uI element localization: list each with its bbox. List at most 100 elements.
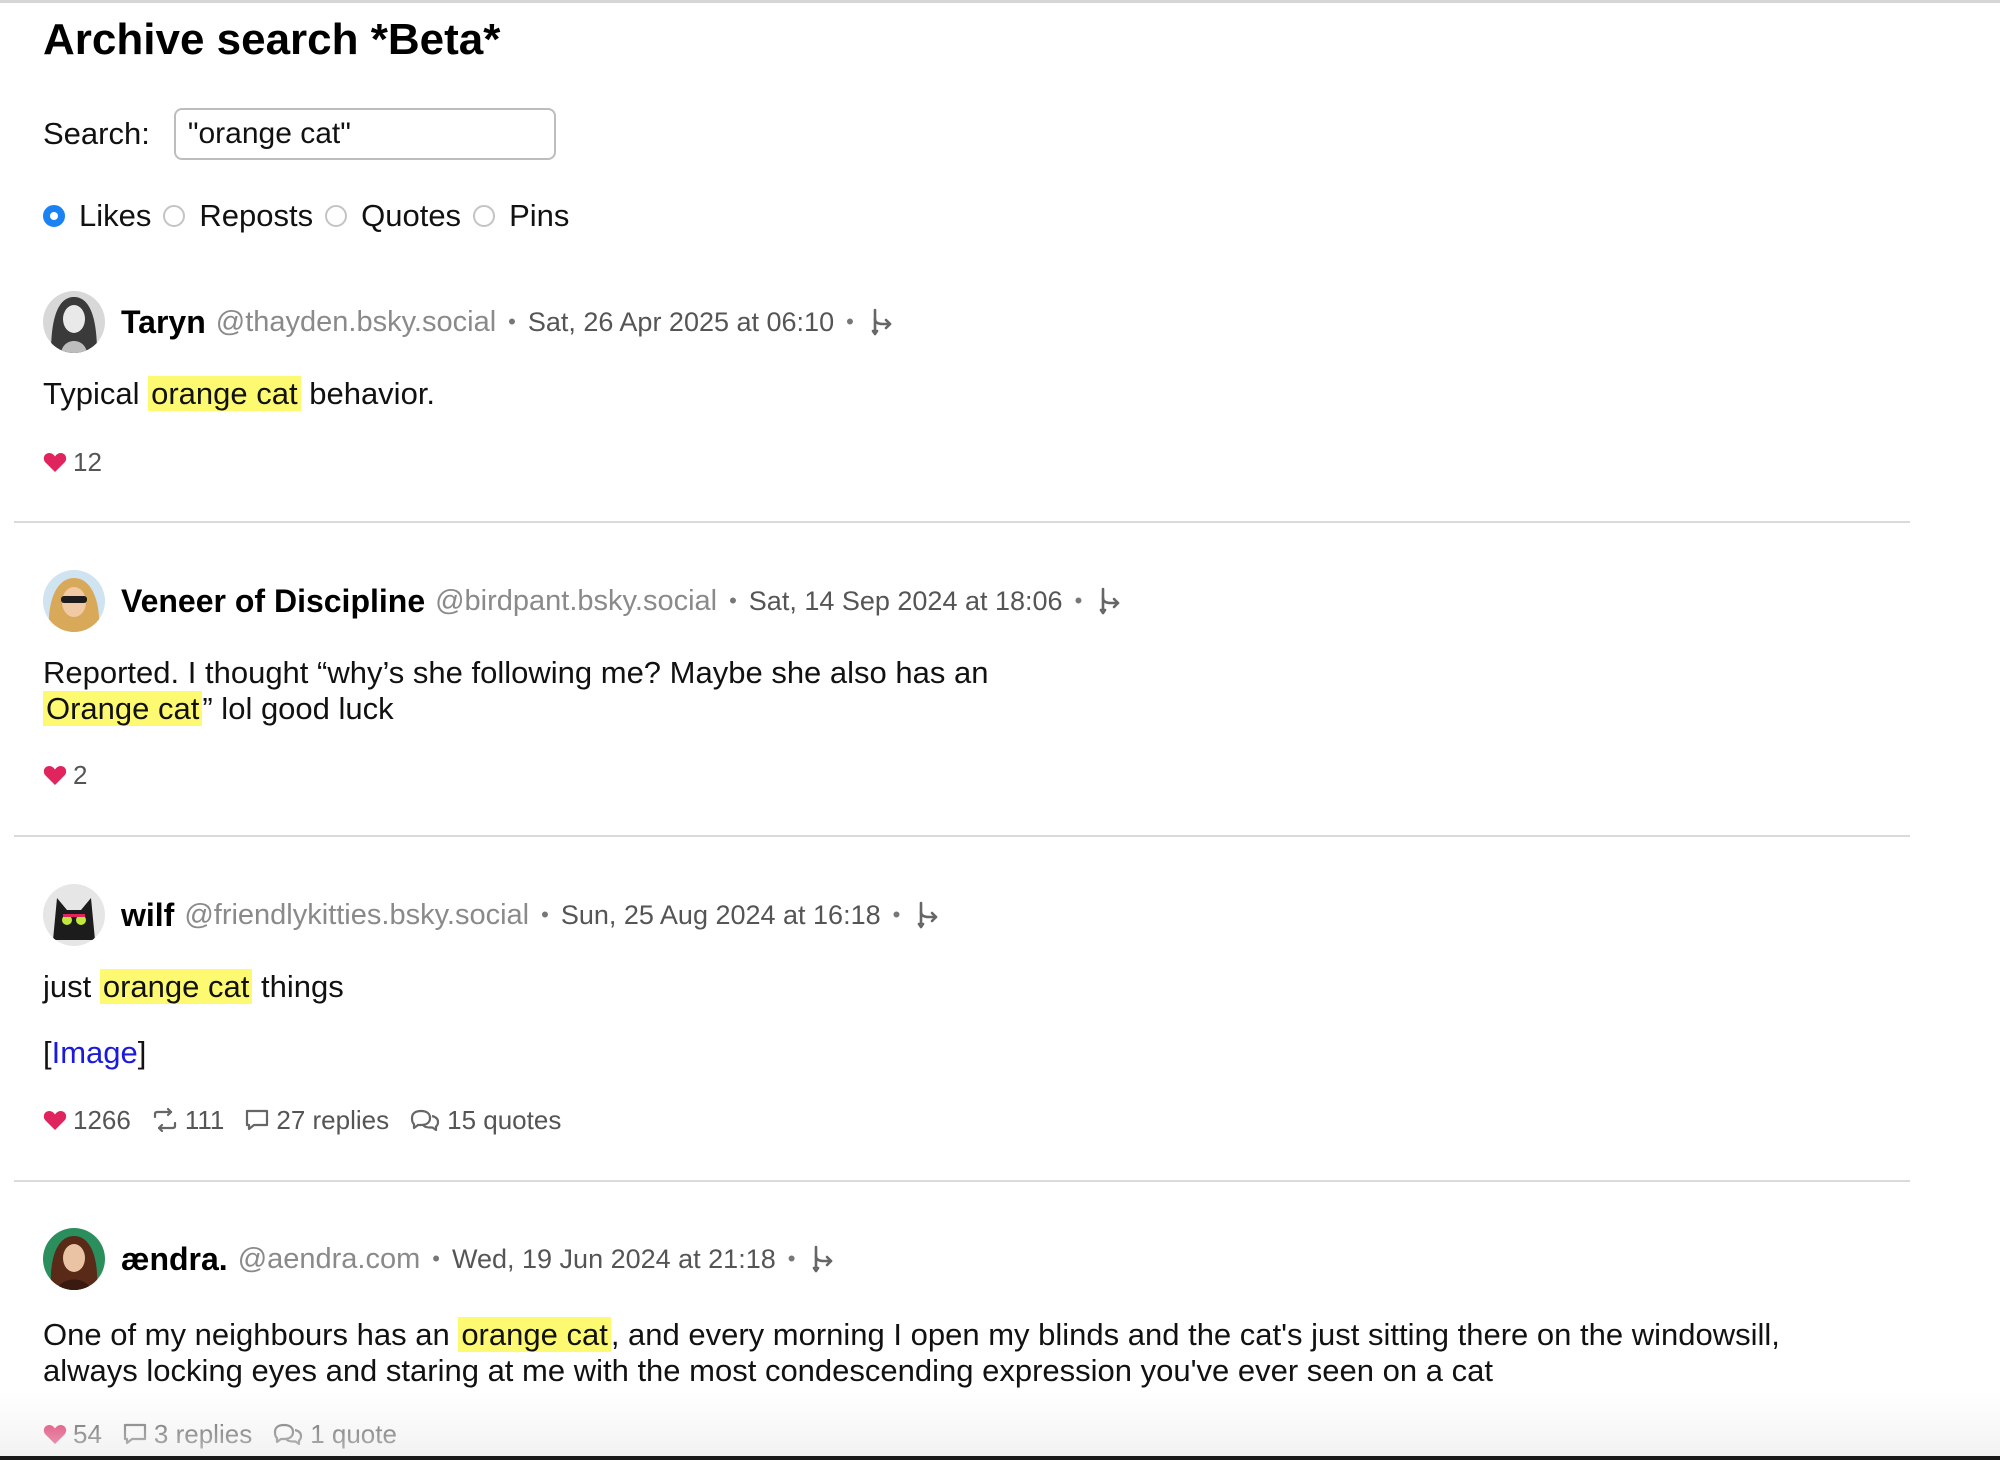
likes-stat: 12 (43, 447, 102, 478)
bottom-border (0, 1456, 2000, 1460)
author-handle[interactable]: @friendlykitties.bsky.social (184, 899, 529, 932)
pins-label: Pins (509, 198, 570, 233)
separator-dot: • (787, 1246, 796, 1271)
thread-branch-icon[interactable] (870, 307, 896, 337)
reposts-label: Reposts (199, 198, 314, 233)
post-stats: 1266 111 27 replies 15 quotes (43, 1100, 581, 1140)
heart-icon (43, 1110, 67, 1130)
post-date[interactable]: Sun, 25 Aug 2024 at 16:18 (561, 900, 881, 931)
avatar[interactable] (43, 291, 105, 353)
image-link[interactable]: Image (52, 1035, 138, 1070)
separator-dot: • (1074, 588, 1083, 613)
page-title: Archive search *Beta* (43, 15, 501, 64)
post-text: Typical orange cat behavior. (43, 376, 1883, 412)
quotes-label: Quotes (361, 198, 462, 233)
reposts-radio[interactable] (163, 205, 186, 227)
post-date[interactable]: Sat, 26 Apr 2025 at 06:10 (528, 307, 834, 338)
quotes-radio[interactable] (325, 205, 348, 227)
post-stats: 12 (43, 442, 122, 482)
thread-branch-icon[interactable] (916, 900, 942, 930)
avatar[interactable] (43, 884, 105, 946)
quotes-stat: 15 quotes (409, 1105, 561, 1136)
likes-count: 1266 (73, 1104, 131, 1135)
post-item: wilf @friendlykitties.bsky.social • Sun,… (43, 883, 1913, 1143)
author-name[interactable]: wilf (121, 897, 174, 934)
separator-dot: • (432, 1246, 440, 1271)
thread-branch-icon[interactable] (811, 1244, 837, 1274)
search-highlight: orange cat (458, 1317, 611, 1352)
author-name[interactable]: Taryn (121, 304, 206, 341)
post-date[interactable]: Wed, 19 Jun 2024 at 21:18 (452, 1244, 776, 1275)
bracket-close: ] (137, 1035, 147, 1070)
post-divider (14, 835, 1910, 837)
separator-dot: • (541, 902, 549, 927)
author-handle[interactable]: @thayden.bsky.social (216, 306, 496, 339)
likes-stat: 54 (43, 1419, 102, 1450)
post-divider (14, 521, 1910, 523)
filter-radio-group: Likes Reposts Quotes Pins (43, 194, 581, 238)
quotes-stat: 1 quote (272, 1419, 397, 1450)
likes-stat: 2 (43, 760, 87, 791)
avatar[interactable] (43, 570, 105, 632)
quotes-count: 15 quotes (447, 1104, 562, 1135)
post-divider (14, 1180, 1910, 1182)
post-header: wilf @friendlykitties.bsky.social • Sun,… (43, 883, 942, 947)
separator-dot: • (508, 309, 516, 334)
text-segment: Typical (43, 376, 149, 411)
repost-icon (153, 1108, 176, 1132)
reposts-stat: 111 (151, 1105, 224, 1136)
author-name[interactable]: ændra. (121, 1241, 228, 1278)
likes-count: 12 (73, 446, 102, 477)
top-border (0, 0, 2000, 3)
heart-icon (43, 765, 67, 785)
text-segment: , and every morning I open my blinds and… (610, 1317, 1780, 1352)
likes-label: Likes (79, 198, 152, 233)
quote-bubbles-icon (411, 1109, 440, 1132)
text-segment: behavior. (300, 376, 436, 411)
post-date[interactable]: Sat, 14 Sep 2024 at 18:06 (749, 586, 1063, 617)
replies-stat: 3 replies (122, 1419, 252, 1450)
post-stats: 54 3 replies 1 quote (43, 1414, 417, 1454)
post-stats: 2 (43, 755, 107, 795)
quote-bubbles-icon (274, 1423, 303, 1446)
search-highlight: orange cat (148, 376, 301, 411)
post-text: Reported. I thought “why’s she following… (43, 655, 1883, 727)
search-label: Search: (43, 116, 150, 151)
author-handle[interactable]: @aendra.com (238, 1243, 421, 1276)
pins-radio[interactable] (473, 205, 496, 227)
replies-count: 3 replies (153, 1418, 253, 1449)
quotes-count: 1 quote (310, 1418, 397, 1449)
thread-branch-icon[interactable] (1098, 586, 1124, 616)
text-segment: things (252, 969, 344, 1004)
post-text: One of my neighbours has an orange cat, … (43, 1317, 1883, 1389)
text-segment: always locking eyes and staring at me wi… (43, 1353, 1493, 1388)
likes-stat: 1266 (43, 1105, 131, 1136)
post-item: Veneer of Discipline @birdpant.bsky.soci… (43, 569, 1913, 799)
post-header: Taryn @thayden.bsky.social • Sat, 26 Apr… (43, 290, 896, 354)
search-highlight: Orange cat (43, 691, 203, 726)
bracket-open: [ (43, 1035, 52, 1070)
text-segment: One of my neighbours has an (43, 1317, 459, 1352)
search-input[interactable] (173, 108, 556, 160)
filter-quotes[interactable]: Quotes (325, 198, 461, 234)
likes-count: 54 (73, 1418, 102, 1449)
heart-icon (43, 1424, 67, 1444)
replies-stat: 27 replies (244, 1105, 389, 1136)
separator-dot: • (729, 588, 737, 613)
author-name[interactable]: Veneer of Discipline (121, 583, 425, 620)
filter-likes[interactable]: Likes (43, 198, 151, 234)
post-text: just orange cat things [Image] (43, 969, 1883, 1071)
separator-dot: • (846, 309, 854, 334)
filter-reposts[interactable]: Reposts (163, 198, 313, 234)
likes-radio[interactable] (43, 205, 65, 227)
text-segment: Reported. I thought “why’s she following… (43, 655, 989, 690)
search-highlight: orange cat (99, 969, 253, 1004)
author-handle[interactable]: @birdpant.bsky.social (435, 585, 717, 618)
likes-count: 2 (73, 759, 88, 790)
reply-bubble-icon (246, 1109, 269, 1131)
avatar[interactable] (43, 1228, 105, 1290)
post-header: Veneer of Discipline @birdpant.bsky.soci… (43, 569, 1124, 633)
separator-dot: • (892, 902, 901, 927)
filter-pins[interactable]: Pins (473, 198, 569, 234)
post-item: ændra. @aendra.com • Wed, 19 Jun 2024 at… (43, 1227, 1913, 1459)
